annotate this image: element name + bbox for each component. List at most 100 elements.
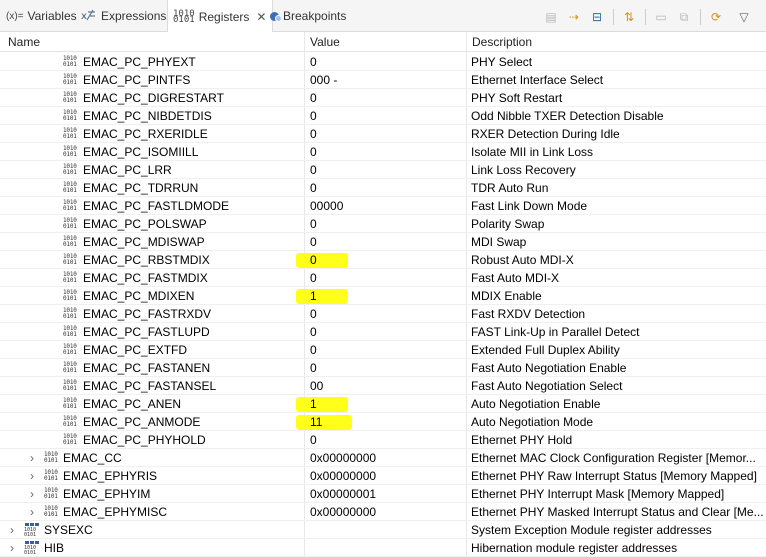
table-row[interactable]: 1010 0101 EMAC_PC_MDIXEN 1 MDIX Enable — [0, 287, 766, 305]
value-cell[interactable]: 00000 — [310, 197, 460, 215]
table-row[interactable]: 1010 0101 EMAC_PC_EXTFD 0 Extended Full Dupl… — [0, 341, 766, 359]
chevron-right-icon[interactable]: › — [30, 467, 34, 485]
name-cell: › 1010 0101 HIB — [0, 539, 303, 557]
table-row[interactable]: 1010 0101 EMAC_PC_FASTANEN 0 Fast Auto Negot… — [0, 359, 766, 377]
table-row[interactable]: 1010 0101 EMAC_PC_NIBDETDIS 0 Odd Nibble TXE… — [0, 107, 766, 125]
table-row[interactable]: › 1010 0101 EMAC_CC 0x00000000 Ethernet MAC C… — [0, 449, 766, 467]
table-row[interactable]: 1010 0101 EMAC_PC_ISOMIILL 0 Isolate MII in … — [0, 143, 766, 161]
register-icon: 1010 0101 — [44, 469, 58, 482]
table-row[interactable]: › 1010 0101 EMAC_EPHYMISC 0x00000000 Ethernet… — [0, 503, 766, 521]
table-row[interactable]: 1010 0101 EMAC_PC_PINTFS 000 - Ethernet Inte… — [0, 71, 766, 89]
value-cell[interactable]: 00 — [310, 377, 460, 395]
value-cell[interactable]: 0x00000000 — [310, 503, 460, 521]
table-row[interactable]: 1010 0101 EMAC_PC_POLSWAP 0 Polarity Swap — [0, 215, 766, 233]
tab-registers[interactable]: 1010 0101 Registers ✕ — [167, 0, 274, 33]
value-cell[interactable]: 0 — [310, 359, 460, 377]
bitfield-icon: 1010 0101 — [63, 91, 77, 104]
bitfield-icon: 1010 0101 — [63, 55, 77, 68]
bitfield-icon: 1010 0101 — [63, 199, 77, 212]
value-cell[interactable]: 0 — [296, 251, 460, 269]
name-cell: 1010 0101 EMAC_PC_ISOMIILL — [0, 143, 303, 161]
value-cell[interactable]: 0 — [310, 269, 460, 287]
chevron-right-icon[interactable]: › — [30, 503, 34, 521]
value-cell[interactable]: 0 — [310, 179, 460, 197]
table-row[interactable]: 1010 0101 EMAC_PC_FASTMDIX 0 Fast Auto MDI-X — [0, 269, 766, 287]
register-group-row[interactable]: › 1010 0101 SYSEXC System Exception Module r… — [0, 521, 766, 539]
bitfield-icon: 1010 0101 — [63, 235, 77, 248]
table-row[interactable]: 1010 0101 EMAC_PC_ANMODE 11 Auto Negotiation… — [0, 413, 766, 431]
tab-breakpoints[interactable]: Breakpoints — [270, 0, 346, 32]
value-cell[interactable]: 0x00000000 — [310, 449, 460, 467]
value-cell[interactable]: 0 — [310, 305, 460, 323]
value-cell[interactable]: 000 - — [310, 71, 460, 89]
table-row[interactable]: 1010 0101 EMAC_PC_FASTLDMODE 00000 Fast Link… — [0, 197, 766, 215]
description-cell: Fast Auto MDI-X — [471, 271, 560, 285]
value-cell[interactable]: 0 — [310, 53, 460, 71]
table-row[interactable]: › 1010 0101 EMAC_EPHYRIS 0x00000000 Ethernet … — [0, 467, 766, 485]
value-cell[interactable]: 11 — [296, 413, 460, 431]
name-cell: 1010 0101 EMAC_PC_RBSTMDIX — [0, 251, 303, 269]
tab-expressions[interactable]: x Expressions — [81, 0, 166, 32]
chevron-right-icon[interactable]: › — [10, 539, 14, 557]
register-group-icon[interactable]: ⇅ — [621, 9, 637, 25]
value-cell[interactable] — [310, 521, 460, 539]
table-row[interactable]: 1010 0101 EMAC_PC_RXERIDLE 0 RXER Detection … — [0, 125, 766, 143]
column-header-value[interactable]: Value — [310, 32, 340, 52]
new-group-icon[interactable]: ▭ — [653, 9, 669, 25]
chevron-right-icon[interactable]: › — [10, 521, 14, 539]
table-row[interactable]: 1010 0101 EMAC_PC_FASTANSEL 00 Fast Auto Neg… — [0, 377, 766, 395]
value-cell[interactable]: 0 — [310, 215, 460, 233]
column-header-name[interactable]: Name — [8, 32, 40, 52]
register-value: 0 — [310, 343, 317, 357]
value-cell[interactable]: 0 — [310, 161, 460, 179]
refresh-icon[interactable]: ⟳ — [708, 9, 724, 25]
value-cell[interactable]: 1 — [296, 287, 460, 305]
name-cell: 1010 0101 EMAC_PC_NIBDETDIS — [0, 107, 303, 125]
register-name: EMAC_PC_PHYHOLD — [83, 433, 206, 447]
value-cell[interactable]: 0 — [310, 107, 460, 125]
register-icon: 1010 0101 — [44, 451, 58, 464]
name-cell: 1010 0101 EMAC_PC_FASTRXDV — [0, 305, 303, 323]
table-row[interactable]: 1010 0101 EMAC_PC_ANEN 1 Auto Negotiation En… — [0, 395, 766, 413]
column-header-description[interactable]: Description — [472, 32, 532, 52]
value-cell[interactable]: 0x00000000 — [310, 467, 460, 485]
value-cell[interactable]: 0 — [310, 125, 460, 143]
register-value: 0x00000000 — [310, 469, 377, 483]
collapse-all-icon[interactable]: ⊟ — [589, 9, 605, 25]
value-cell[interactable]: 0 — [310, 323, 460, 341]
table-row[interactable]: 1010 0101 EMAC_PC_FASTLUPD 0 FAST Link-Up in… — [0, 323, 766, 341]
table-row[interactable]: 1010 0101 EMAC_PC_PHYEXT 0 PHY Select — [0, 53, 766, 71]
value-cell[interactable] — [310, 539, 460, 557]
add-register-icon[interactable]: ⇢ — [566, 9, 582, 25]
view-menu-icon[interactable]: ▽ — [736, 9, 752, 25]
table-row[interactable]: 1010 0101 EMAC_PC_DIGRESTART 0 PHY Soft Rest… — [0, 89, 766, 107]
expressions-icon: x — [81, 8, 97, 24]
close-icon[interactable]: ✕ — [256, 10, 266, 24]
layout-icon[interactable]: ▤ — [543, 9, 559, 25]
table-row[interactable]: 1010 0101 EMAC_PC_LRR 0 Link Loss Recovery — [0, 161, 766, 179]
value-cell[interactable]: 0 — [310, 431, 460, 449]
table-row[interactable]: 1010 0101 EMAC_PC_TDRRUN 0 TDR Auto Run — [0, 179, 766, 197]
chevron-right-icon[interactable]: › — [30, 485, 34, 503]
tab-label: Breakpoints — [283, 9, 347, 23]
table-row[interactable]: 1010 0101 EMAC_PC_FASTRXDV 0 Fast RXDV Detec… — [0, 305, 766, 323]
tab-variables[interactable]: (x)= Variables — [6, 0, 77, 32]
value-cell[interactable]: 1 — [296, 395, 460, 413]
value-cell[interactable]: 0 — [310, 341, 460, 359]
toolbar-separator — [613, 9, 614, 25]
value-cell[interactable]: 0 — [310, 89, 460, 107]
table-row[interactable]: 1010 0101 EMAC_PC_PHYHOLD 0 Ethernet PHY Hol… — [0, 431, 766, 449]
table-row[interactable]: 1010 0101 EMAC_PC_MDISWAP 0 MDI Swap — [0, 233, 766, 251]
value-cell[interactable]: 0 — [310, 143, 460, 161]
bitfield-icon: 1010 0101 — [63, 397, 77, 410]
register-value: 0 — [310, 253, 317, 267]
table-row[interactable]: 1010 0101 EMAC_PC_RBSTMDIX 0 Robust Auto MDI… — [0, 251, 766, 269]
chevron-right-icon[interactable]: › — [30, 449, 34, 467]
table-row[interactable]: › 1010 0101 EMAC_EPHYIM 0x00000001 Ethernet P… — [0, 485, 766, 503]
description-cell: Auto Negotiation Enable — [471, 397, 601, 411]
value-cell[interactable]: 0x00000001 — [310, 485, 460, 503]
value-cell[interactable]: 0 — [310, 233, 460, 251]
register-group-row[interactable]: › 1010 0101 HIB Hibernation module register … — [0, 539, 766, 557]
edit-group-icon[interactable]: ⧉ — [676, 9, 692, 25]
register-value: 0 — [310, 433, 317, 447]
